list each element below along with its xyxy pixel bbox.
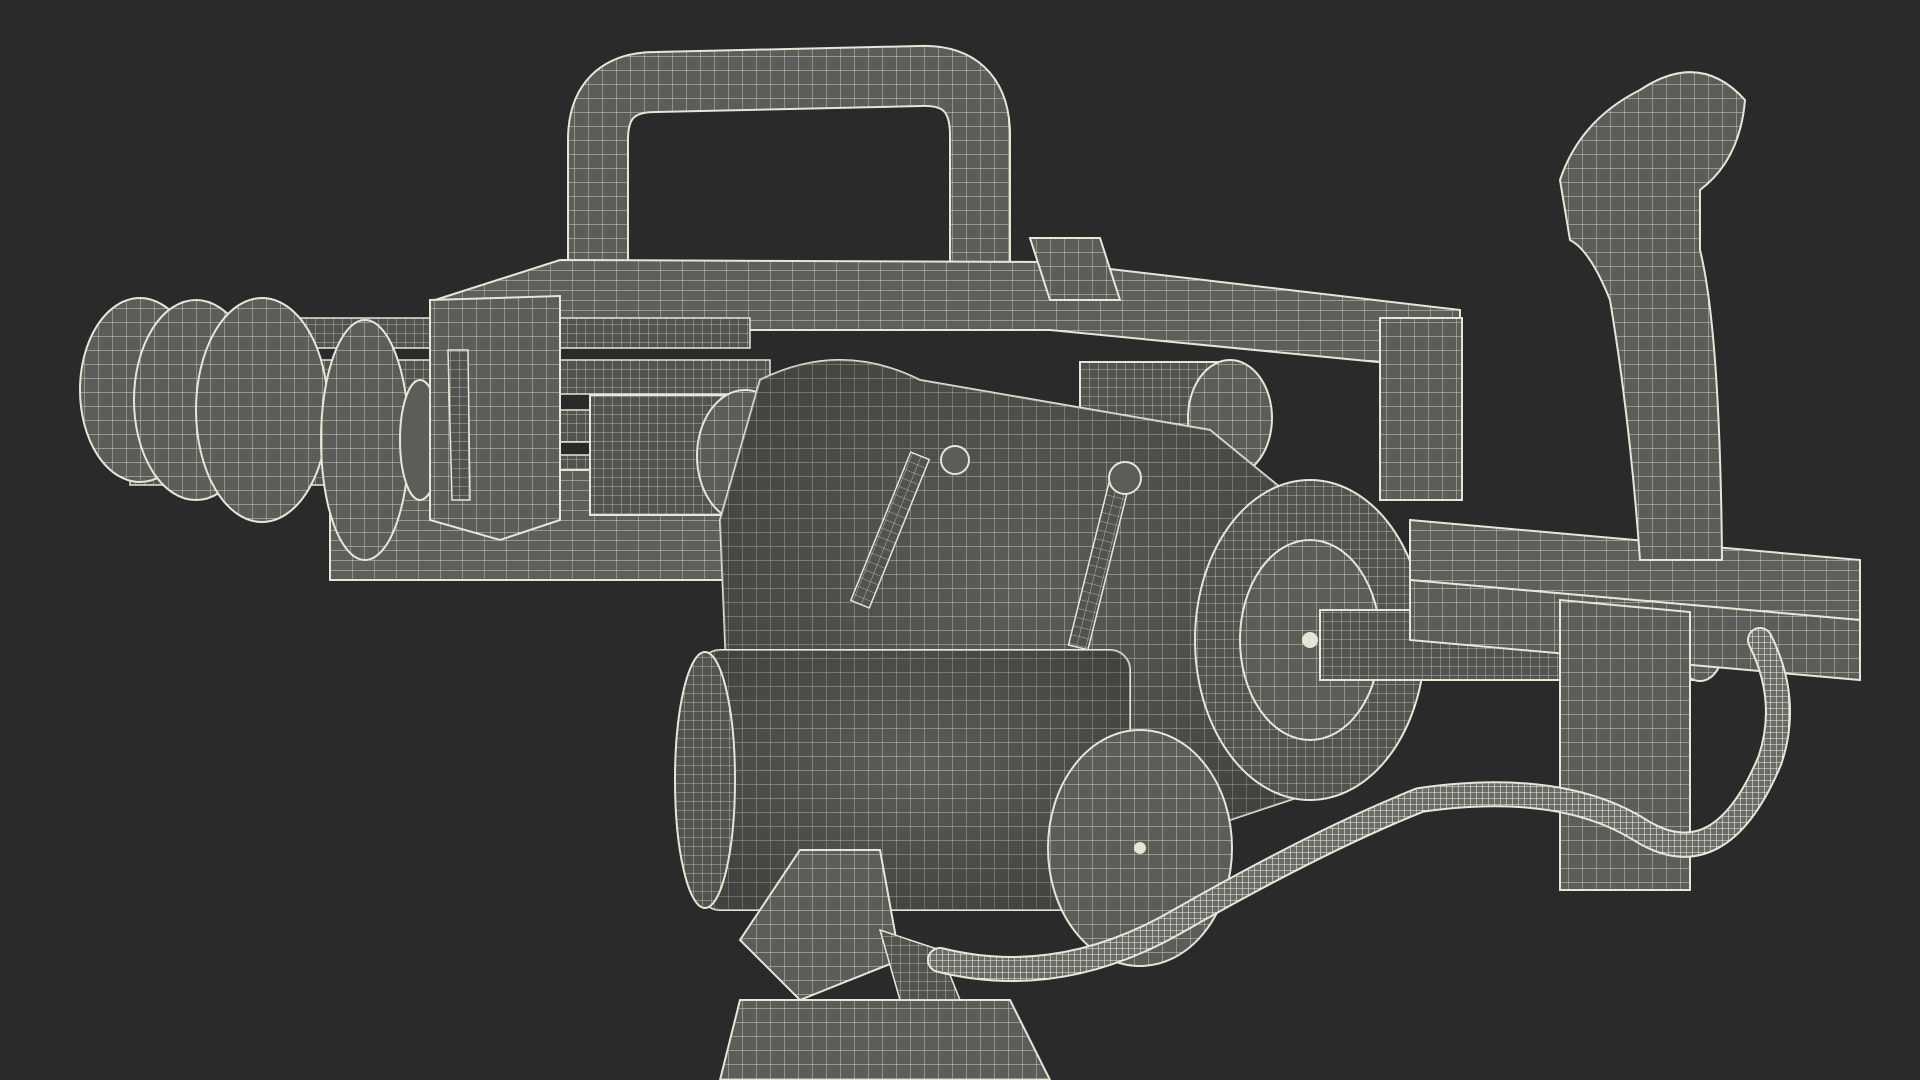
wireframe-render-viewport (0, 0, 1920, 1080)
rear-grip (1558, 71, 1747, 561)
minigun-wireframe-icon (79, 44, 1861, 1080)
front-bracket (429, 294, 561, 542)
